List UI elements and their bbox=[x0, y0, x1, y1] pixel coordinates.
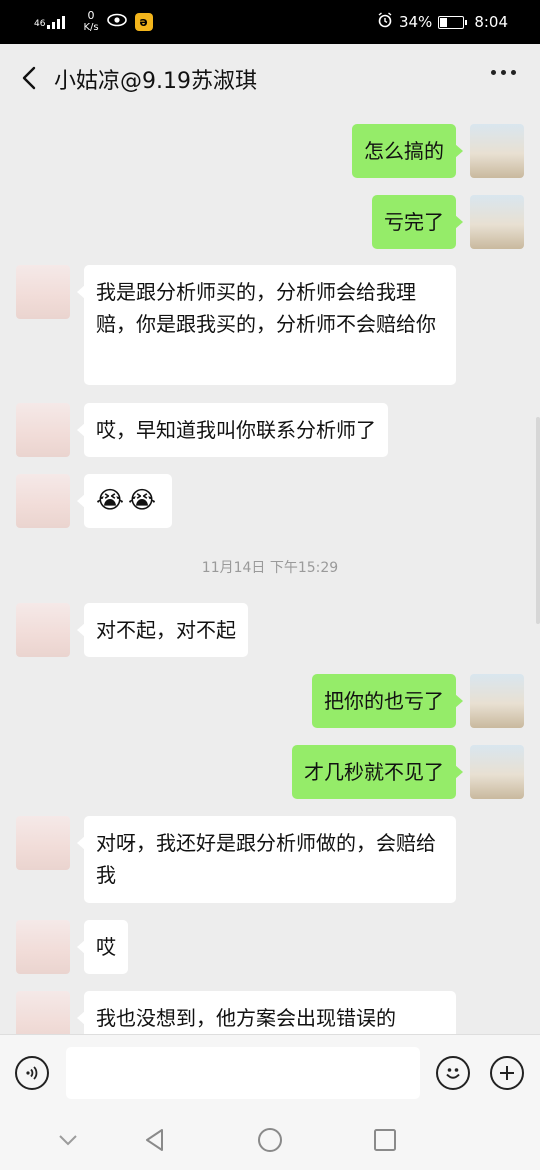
my-avatar[interactable] bbox=[470, 745, 524, 799]
network-speed-value: 0 bbox=[87, 9, 95, 22]
contact-avatar[interactable] bbox=[16, 991, 70, 1034]
contact-avatar[interactable] bbox=[16, 474, 70, 528]
app-notification-icon: ә bbox=[134, 13, 153, 31]
my-avatar[interactable] bbox=[470, 195, 524, 249]
contact-avatar[interactable] bbox=[16, 603, 70, 657]
circle-home-icon[interactable] bbox=[257, 1127, 283, 1153]
battery-percent: 34% bbox=[398, 13, 433, 31]
chevron-left-icon[interactable] bbox=[16, 64, 44, 92]
signal-icon bbox=[47, 15, 66, 29]
system-nav-bar bbox=[0, 1110, 540, 1170]
message-bubble-received[interactable]: 对呀，我还好是跟分析师做的，会赔给我 bbox=[77, 816, 456, 903]
message-bubble-sent[interactable]: 把你的也亏了 bbox=[312, 674, 463, 728]
more-dots-icon[interactable] bbox=[491, 70, 516, 75]
input-bar bbox=[0, 1034, 540, 1111]
network-type: 46 bbox=[34, 19, 46, 29]
message-bubble-received[interactable]: 哎，早知道我叫你联系分析师了 bbox=[77, 403, 388, 457]
scrollbar[interactable] bbox=[536, 417, 540, 624]
message-timestamp: 11月14日 下午15:29 bbox=[201, 560, 339, 576]
clock: 8:04 bbox=[474, 13, 508, 31]
message-bubble-received[interactable]: 哎 bbox=[77, 920, 128, 974]
emoji-icon[interactable] bbox=[436, 1056, 470, 1090]
add-icon[interactable] bbox=[490, 1056, 524, 1090]
status-left: 46 0 K/s ә bbox=[34, 10, 153, 34]
battery-icon bbox=[438, 15, 468, 29]
voice-icon[interactable] bbox=[15, 1056, 49, 1090]
message-bubble-sent[interactable]: 才几秒就不见了 bbox=[292, 745, 463, 799]
network-speed: 0 K/s bbox=[83, 10, 98, 34]
square-recent-icon[interactable] bbox=[372, 1127, 398, 1153]
message-bubble-received[interactable]: 对不起，对不起 bbox=[77, 603, 248, 657]
message-bubble-sent[interactable]: 亏完了 bbox=[372, 195, 463, 249]
contact-avatar[interactable] bbox=[16, 816, 70, 870]
contact-avatar[interactable] bbox=[16, 265, 70, 319]
chat-header: 小姑凉@9.19苏淑琪 bbox=[0, 44, 540, 112]
network-indicator: 46 bbox=[34, 15, 66, 29]
message-list[interactable]: 怎么搞的 亏完了 我是跟分析师买的，分析师会给我理赔，你是跟我买的，分析师不会赔… bbox=[0, 112, 540, 1034]
message-input[interactable] bbox=[66, 1047, 420, 1099]
contact-avatar[interactable] bbox=[16, 920, 70, 974]
status-right: 34% 8:04 bbox=[377, 12, 508, 32]
my-avatar[interactable] bbox=[470, 674, 524, 728]
message-bubble-sent[interactable]: 怎么搞的 bbox=[352, 124, 463, 178]
message-bubble-received[interactable]: 我也没想到，他方案会出现错误的 bbox=[77, 991, 456, 1034]
eye-icon bbox=[106, 13, 127, 31]
status-bar: 46 0 K/s ә 34% 8:04 bbox=[0, 0, 540, 44]
chevron-down-icon[interactable] bbox=[55, 1127, 81, 1153]
network-speed-unit: K/s bbox=[83, 22, 99, 33]
triangle-back-icon[interactable] bbox=[142, 1127, 168, 1153]
chat-title: 小姑凉@9.19苏淑琪 bbox=[54, 69, 257, 94]
message-bubble-received-emoji[interactable]: 😭😭 bbox=[76, 474, 173, 528]
contact-avatar[interactable] bbox=[16, 403, 70, 457]
my-avatar[interactable] bbox=[470, 124, 524, 178]
alarm-icon bbox=[377, 12, 393, 32]
battery-fill bbox=[440, 17, 448, 27]
message-bubble-received[interactable]: 我是跟分析师买的，分析师会给我理赔，你是跟我买的，分析师不会赔给你 bbox=[77, 265, 456, 385]
